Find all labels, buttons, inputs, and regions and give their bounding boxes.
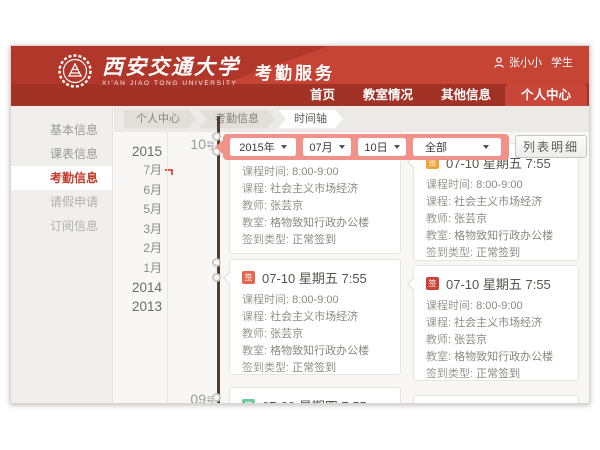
nav-other-info[interactable]: 其他信息 bbox=[427, 84, 505, 106]
month-select[interactable]: 07月 bbox=[303, 138, 351, 156]
user-info[interactable]: 张小小 学生 bbox=[494, 54, 573, 70]
chevron-down-icon bbox=[483, 145, 489, 149]
attendance-card[interactable]: 签 07-10 星期五 7:55 课程时间: 8:00-9:00 课程: 社会主… bbox=[413, 143, 579, 261]
logo-group: 西安交通大学 XI'AN JIAO TONG UNIVERSITY 考勤服务 bbox=[57, 53, 335, 89]
chevron-down-icon bbox=[394, 145, 400, 149]
app-window: 西安交通大学 XI'AN JIAO TONG UNIVERSITY 考勤服务 张… bbox=[10, 45, 590, 404]
sidebar: 基本信息 课表信息 考勤信息 请假申请 订阅信息 bbox=[11, 106, 113, 404]
app-header: 西安交通大学 XI'AN JIAO TONG UNIVERSITY 考勤服务 张… bbox=[11, 46, 589, 106]
card-date: 07-10 星期五 7:55 bbox=[446, 274, 551, 293]
attendance-card[interactable]: 签 07-09 星期四 7:55 bbox=[229, 387, 401, 404]
attendance-card[interactable]: 签 07-10 星期五 7:55 课程时间: 8:00-9:00 课程: 社会主… bbox=[229, 259, 401, 375]
sidebar-item-leave-request[interactable]: 请假申请 bbox=[11, 190, 112, 214]
month-jul[interactable]: 7月 bbox=[114, 161, 162, 181]
day-select[interactable]: 10日 bbox=[358, 138, 406, 156]
month-may[interactable]: 5月 bbox=[114, 200, 162, 220]
user-icon bbox=[494, 57, 504, 68]
top-nav: 首页 教室情况 其他信息 个人中心 bbox=[296, 84, 587, 106]
breadcrumb-timeline[interactable]: 时间轴 bbox=[278, 110, 343, 129]
university-seal-icon bbox=[57, 53, 93, 89]
card-date: 07-10 星期五 7:55 bbox=[262, 268, 367, 287]
year-2013[interactable]: 2013 bbox=[114, 297, 162, 316]
chevron-down-icon bbox=[281, 145, 287, 149]
breadcrumb-personal-center[interactable]: 个人中心 bbox=[124, 110, 196, 129]
month-jan[interactable]: 1月 bbox=[114, 259, 162, 279]
checkin-stamp-icon: 签 bbox=[242, 271, 255, 284]
chevron-down-icon bbox=[339, 145, 345, 149]
breadcrumb: 个人中心 考勤信息 时间轴 bbox=[114, 106, 589, 132]
timeline-dot bbox=[212, 393, 221, 402]
user-name: 张小小 bbox=[509, 54, 542, 70]
month-mar[interactable]: 3月 bbox=[114, 220, 162, 240]
sidebar-item-basic-info[interactable]: 基本信息 bbox=[11, 118, 112, 142]
column-separator bbox=[167, 132, 168, 404]
checkin-stamp-icon: 签 bbox=[242, 399, 255, 404]
university-name-en: XI'AN JIAO TONG UNIVERSITY bbox=[102, 80, 240, 87]
attendance-card[interactable]: 签 07-10 星期五 7:55 课程时间: 8:00-9:00 课程: 社会主… bbox=[413, 265, 579, 381]
card-date: 07-09 星期四 7:55 bbox=[262, 396, 367, 404]
year-2015[interactable]: 2015 bbox=[114, 142, 162, 161]
sidebar-item-subscription-info[interactable]: 订阅信息 bbox=[11, 214, 112, 238]
card-notch bbox=[407, 277, 414, 291]
breadcrumb-attendance-info[interactable]: 考勤信息 bbox=[199, 110, 275, 129]
type-select[interactable]: 全部 bbox=[413, 138, 501, 156]
timeline-year-nav: 2015 7月 6月 5月 3月 2月 1月 2014 2013 bbox=[114, 142, 162, 316]
nav-home[interactable]: 首页 bbox=[296, 84, 349, 106]
month-jun[interactable]: 6月 bbox=[114, 181, 162, 201]
filter-bar: 2015年 07月 10日 全部 bbox=[223, 134, 509, 160]
university-name-cn: 西安交通大学 bbox=[102, 56, 240, 78]
list-detail-button[interactable]: 列表明细 bbox=[515, 135, 587, 158]
user-role: 学生 bbox=[551, 54, 573, 70]
app-title: 考勤服务 bbox=[255, 59, 335, 84]
filter-bar-arrow bbox=[215, 140, 223, 154]
timeline-dot bbox=[212, 258, 221, 267]
sidebar-item-schedule-info[interactable]: 课表信息 bbox=[11, 142, 112, 166]
day-marker-09[interactable]: 09号 bbox=[179, 391, 215, 404]
year-select[interactable]: 2015年 bbox=[230, 138, 296, 156]
attendance-card-partial[interactable] bbox=[413, 395, 579, 404]
card-notch bbox=[223, 271, 230, 285]
checkin-stamp-icon: 签 bbox=[426, 277, 439, 290]
day-marker-10[interactable]: 10号 bbox=[179, 136, 215, 154]
timeline-dot bbox=[212, 273, 221, 282]
nav-personal-center[interactable]: 个人中心 bbox=[505, 84, 587, 106]
year-2014[interactable]: 2014 bbox=[114, 278, 162, 297]
month-feb[interactable]: 2月 bbox=[114, 239, 162, 259]
nav-classrooms[interactable]: 教室情况 bbox=[349, 84, 427, 106]
sidebar-item-attendance-info[interactable]: 考勤信息 bbox=[11, 166, 112, 190]
